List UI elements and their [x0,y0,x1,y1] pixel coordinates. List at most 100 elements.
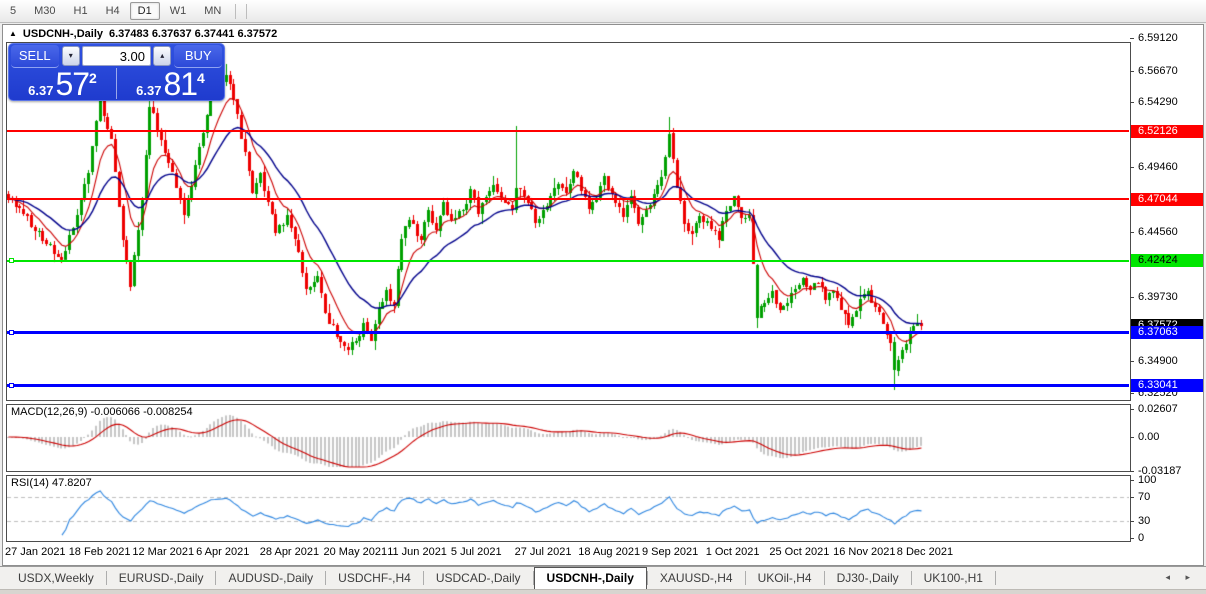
status-bar [0,589,1206,594]
price-tick-label: 6.56670 [1138,65,1178,77]
indicator-tick-mark [1130,480,1134,481]
indicator-tick-mark [1130,471,1134,472]
sell-price-prefix: 6.37 [28,83,54,98]
price-tick-mark [1130,102,1134,103]
volume-input[interactable] [82,46,151,66]
date-axis-label: 27 Jan 2021 [5,546,66,558]
chart-tab-usdchf-h4[interactable]: USDCHF-,H4 [326,568,423,589]
indicator-tick-mark [1130,538,1134,539]
one-click-trading-panel: SELL ▾ ▴ BUY 6.37 57 2 6.37 81 4 [8,43,225,101]
timeframe-button-h1[interactable]: H1 [66,2,96,20]
indicator-tick-mark [1130,521,1134,522]
tab-scroll-right-icon[interactable]: ▸ [1185,572,1190,583]
date-axis-label: 6 Apr 2021 [196,546,250,558]
timeframe-button-h4[interactable]: H4 [98,2,128,20]
horizontal-level-line[interactable] [7,130,1129,132]
timeframe-toolbar: 5 M30 H1 H4 D1 W1 MN [0,0,1206,23]
chart-tab-bar: USDX,Weekly EURUSD-,Daily AUDUSD-,Daily USD… [0,566,1206,590]
collapse-arrow-icon[interactable]: ▲ [9,29,17,39]
level-line-handle[interactable] [9,258,14,263]
trading-terminal: 5 M30 H1 H4 D1 W1 MN ▲ USDCNH-,Daily 6.37483 6… [0,0,1206,594]
rsi-indicator-canvas[interactable] [7,476,1129,539]
price-tick-label: 6.54290 [1138,96,1178,108]
horizontal-level-line[interactable] [7,331,1129,334]
sell-price-big: 57 [55,66,90,102]
price-tick-mark [1130,167,1134,168]
indicator-tick-label: 0.02607 [1138,403,1178,415]
date-axis-label: 25 Oct 2021 [769,546,830,558]
buy-price[interactable]: 6.37 81 4 [117,66,224,102]
timeframe-button-5[interactable]: 5 [2,2,24,20]
timeframe-button-d1[interactable]: D1 [129,2,160,20]
macd-label: MACD(12,26,9) -0.006066 -0.008254 [11,406,193,418]
level-price-label: 6.52126 [1131,125,1203,138]
volume-decrease-icon[interactable]: ▾ [61,46,80,66]
sell-price[interactable]: 6.37 57 2 [9,66,117,102]
timeframe-button-mn[interactable]: MN [196,2,229,20]
price-tick-label: 6.59120 [1138,32,1178,44]
date-axis-label: 16 Nov 2021 [833,546,896,558]
indicator-tick-label: 100 [1138,474,1157,486]
buy-price-big: 81 [163,66,198,102]
chart-tab-usdcnh-daily[interactable]: USDCNH-,Daily [533,567,647,590]
price-tick-label: 6.44560 [1138,226,1178,238]
date-axis-label: 5 Jul 2021 [450,546,502,558]
price-tick-mark [1130,38,1134,39]
level-price-label: 6.37063 [1131,326,1203,339]
volume-increase-icon[interactable]: ▴ [153,46,172,66]
indicator-tick-label: 70 [1138,491,1151,503]
date-axis-label: 28 Apr 2021 [259,546,320,558]
date-axis-label: 18 Feb 2021 [68,546,131,558]
chart-tab-usdx-weekly[interactable]: USDX,Weekly [6,568,106,589]
chart-symbol-title: USDCNH-,Daily [22,28,103,40]
price-tick-label: 6.34900 [1138,355,1178,367]
level-price-label: 6.47044 [1131,193,1203,206]
indicator-tick-label: 0 [1138,532,1145,544]
chart-tab-ukoil-h4[interactable]: UKOil-,H4 [746,568,824,589]
date-axis-label: 12 Mar 2021 [132,546,195,558]
trade-panel-controls: SELL ▾ ▴ BUY [9,44,224,68]
trade-panel-prices: 6.37 57 2 6.37 81 4 [9,66,224,102]
chart-tab-xauusd-h4[interactable]: XAUUSD-,H4 [648,568,745,589]
tab-scroll-left-icon[interactable]: ◂ [1165,572,1170,583]
level-price-label: 6.33041 [1131,379,1203,392]
date-axis-label: 20 May 2021 [323,546,388,558]
date-axis-label: 8 Dec 2021 [896,546,954,558]
chart-tab-usdcad-daily[interactable]: USDCAD-,Daily [424,568,533,589]
chart-tab-audusd-daily[interactable]: AUDUSD-,Daily [216,568,325,589]
timeframe-button-w1[interactable]: W1 [162,2,195,20]
indicator-tick-mark [1130,409,1134,410]
level-line-handle[interactable] [9,330,14,335]
sell-price-sup: 2 [89,70,97,86]
level-line-handle[interactable] [9,383,14,388]
chart-tabs: USDX,Weekly EURUSD-,Daily AUDUSD-,Daily USD… [0,567,996,590]
buy-button[interactable]: BUY [174,44,222,68]
indicator-tick-mark [1130,437,1134,438]
tab-separator [994,571,996,585]
rsi-label: RSI(14) 47.8207 [11,477,92,489]
chart-tab-eurusd-daily[interactable]: EURUSD-,Daily [107,568,216,589]
date-axis-label: 11 Jun 2021 [387,546,447,558]
date-axis-label: 1 Oct 2021 [705,546,760,558]
toolbar-separator [235,3,237,19]
price-tick-mark [1130,71,1134,72]
horizontal-level-line[interactable] [7,384,1129,387]
indicator-tick-mark [1130,497,1134,498]
price-tick-mark [1130,361,1134,362]
chart-tab-dj30-daily[interactable]: DJ30-,Daily [825,568,911,589]
date-axis-label: 9 Sep 2021 [642,546,699,558]
level-price-label: 6.42424 [1131,254,1203,267]
horizontal-level-line[interactable] [7,198,1129,200]
sell-button[interactable]: SELL [11,44,59,68]
price-tick-label: 6.39730 [1138,291,1178,303]
chart-tab-uk100-h1[interactable]: UK100-,H1 [912,568,995,589]
toolbar-separator [246,3,248,19]
timeframe-button-m30[interactable]: M30 [26,2,63,20]
indicator-tick-label: 0.00 [1138,431,1160,443]
date-axis-label: 27 Jul 2021 [514,546,572,558]
chart-title-row: ▲ USDCNH-,Daily 6.37483 6.37637 6.37441 … [9,27,277,41]
buy-price-prefix: 6.37 [136,83,162,98]
price-tick-label: 6.49460 [1138,161,1178,173]
price-tick-mark [1130,393,1134,394]
horizontal-level-line[interactable] [7,260,1129,262]
